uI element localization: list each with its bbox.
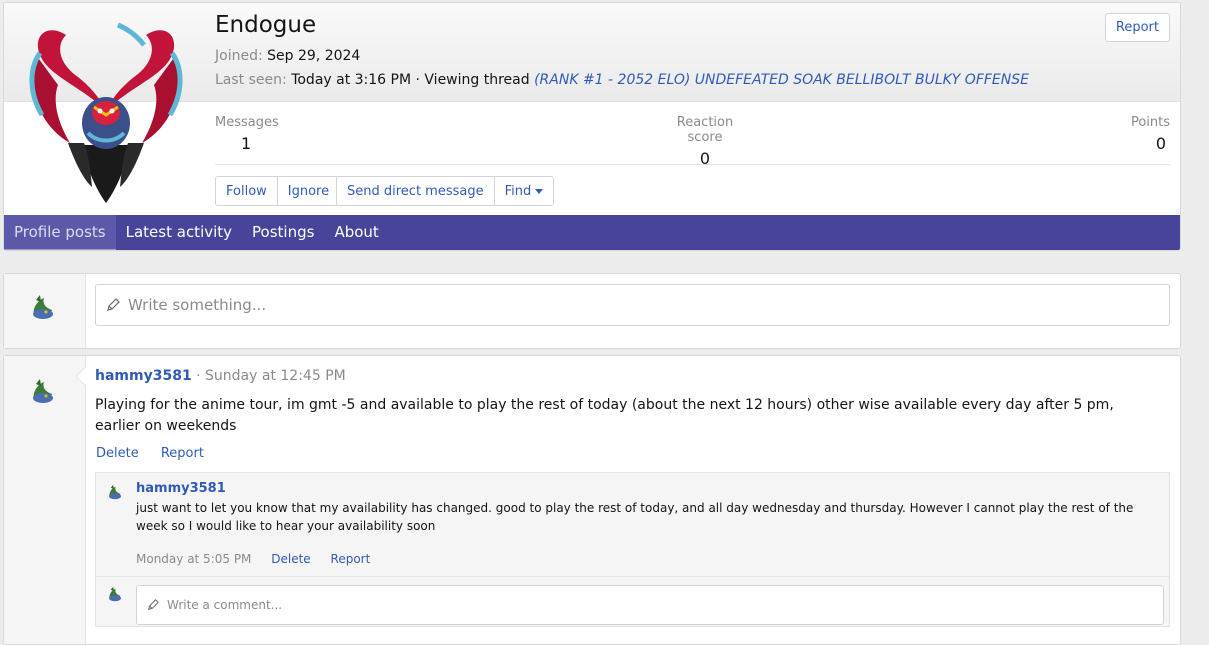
stat-messages-value[interactable]: 1 <box>215 134 279 153</box>
comment-body: just want to let you know that my availa… <box>136 501 1134 533</box>
stat-messages-label: Messages <box>215 115 279 130</box>
post-report-link[interactable]: Report <box>161 446 204 461</box>
profile-avatar[interactable] <box>18 15 194 205</box>
last-seen-value: Today at 3:16 PM · Viewing thread <box>291 72 530 88</box>
stat-reaction-score: Reaction score 0 <box>660 115 750 168</box>
stat-reaction-label: Reaction score <box>676 115 734 145</box>
last-seen-line: Last seen: Today at 3:16 PM · Viewing th… <box>215 72 1029 88</box>
comment-report-link[interactable]: Report <box>331 552 371 566</box>
post-time[interactable]: · Sunday at 12:45 PM <box>196 368 346 384</box>
follow-ignore-group: Follow Ignore <box>215 176 341 206</box>
stat-points-value: 0 <box>1155 134 1166 153</box>
reply-user-avatar[interactable] <box>106 585 124 603</box>
post-author-link[interactable]: hammy3581 <box>95 368 192 384</box>
pencil-icon <box>148 599 159 610</box>
post-avatar-column <box>4 356 86 644</box>
comment-meta: Monday at 5:05 PM Delete Report <box>136 552 386 566</box>
find-dropdown-button[interactable]: Find <box>494 177 554 205</box>
joined-value: Sep 29, 2024 <box>267 48 361 64</box>
follow-button[interactable]: Follow <box>216 177 278 205</box>
write-something-placeholder: Write something... <box>128 296 267 314</box>
tab-postings[interactable]: Postings <box>242 215 324 250</box>
tab-about[interactable]: About <box>324 215 388 250</box>
comment-time[interactable]: Monday at 5:05 PM <box>136 552 251 566</box>
current-user-avatar[interactable] <box>28 292 58 322</box>
stat-points: Points 0 <box>1131 115 1170 153</box>
post-body: Playing for the anime tour, im gmt -5 an… <box>95 397 1114 434</box>
compose-profile-post: Write something... <box>3 273 1181 349</box>
write-something-input[interactable]: Write something... <box>95 284 1170 326</box>
joined-line: Joined: Sep 29, 2024 <box>215 48 360 64</box>
post-comment: hammy3581 just want to let you know that… <box>95 472 1170 577</box>
find-label: Find <box>504 183 532 199</box>
stat-messages: Messages 1 <box>215 115 279 153</box>
last-seen-label: Last seen: <box>215 72 287 88</box>
comment-author-avatar[interactable] <box>106 483 124 501</box>
send-direct-message-button[interactable]: Send direct message <box>337 177 495 205</box>
viewing-thread-link[interactable]: (RANK #1 - 2052 ELO) UNDEFEATED SOAK BEL… <box>534 72 1029 88</box>
pencil-icon <box>107 298 120 311</box>
caret-down-icon <box>535 188 544 194</box>
write-comment-placeholder: Write a comment... <box>167 598 283 612</box>
profile-tabs: Profile posts Latest activity Postings A… <box>4 215 1180 250</box>
post-header: hammy3581 · Sunday at 12:45 PM <box>95 368 346 384</box>
tab-profile-posts[interactable]: Profile posts <box>4 215 116 250</box>
message-find-group: Send direct message Find <box>336 176 555 206</box>
profile-post: hammy3581 · Sunday at 12:45 PM Playing f… <box>3 355 1181 645</box>
profile-header: Endogue Joined: Sep 29, 2024 Last seen: … <box>3 2 1181 251</box>
post-author-avatar[interactable] <box>28 376 58 406</box>
comment-author-link[interactable]: hammy3581 <box>136 481 226 496</box>
compose-avatar-column <box>4 274 86 348</box>
stat-reaction-value: 0 <box>699 149 711 168</box>
joined-label: Joined: <box>215 48 263 64</box>
write-comment-input[interactable]: Write a comment... <box>136 585 1164 625</box>
report-profile-button[interactable]: Report <box>1104 13 1170 42</box>
stat-points-label: Points <box>1130 115 1170 130</box>
post-actions: Delete Report <box>96 446 222 461</box>
profile-username: Endogue <box>215 12 317 38</box>
tab-latest-activity[interactable]: Latest activity <box>116 215 242 250</box>
stats-divider <box>215 164 1170 165</box>
comment-delete-link[interactable]: Delete <box>271 552 310 566</box>
comment-reply-row: Write a comment... <box>95 577 1170 627</box>
post-delete-link[interactable]: Delete <box>96 446 139 461</box>
ignore-button[interactable]: Ignore <box>277 177 340 205</box>
